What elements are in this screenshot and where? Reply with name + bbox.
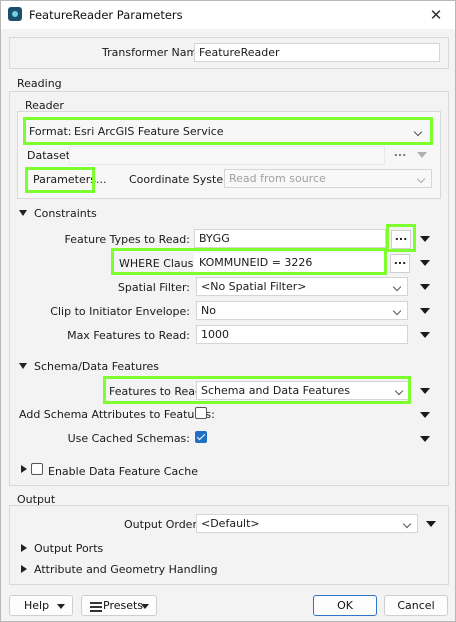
constraints-section-label[interactable]: Constraints: [34, 207, 97, 220]
use-cached-schemas-checkbox[interactable]: [195, 431, 207, 443]
help-button-label: Help: [24, 599, 50, 612]
presets-dropdown-icon: [141, 604, 149, 609]
dataset-browse-button[interactable]: ...: [390, 146, 410, 165]
constraints-collapse-icon[interactable]: [19, 210, 27, 216]
schema-section-label[interactable]: Schema/Data Features: [34, 360, 159, 373]
use-cached-schemas-label: Use Cached Schemas:: [67, 432, 190, 445]
output-ports-expand-icon[interactable]: [21, 544, 27, 552]
reading-section-label: Reading: [17, 77, 62, 90]
dataset-field[interactable]: [69, 146, 385, 165]
fme-app-icon: [8, 7, 22, 21]
features-to-read-menu-arrow[interactable]: [417, 383, 433, 399]
transformer-name-field[interactable]: FeatureReader: [194, 43, 440, 62]
output-ports-label[interactable]: Output Ports: [34, 542, 103, 555]
reader-label: Reader: [25, 99, 64, 112]
attribute-geometry-expand-icon[interactable]: [21, 565, 27, 573]
spatial-filter-label: Spatial Filter:: [117, 281, 190, 294]
where-clause-highlight: [111, 248, 387, 275]
presets-sliders-icon: [90, 601, 102, 612]
max-features-menu-arrow[interactable]: [417, 327, 433, 343]
clip-envelope-label: Clip to Initiator Envelope:: [50, 305, 190, 318]
help-dropdown-icon: [57, 604, 65, 609]
clip-envelope-menu-arrow[interactable]: [417, 303, 433, 319]
attribute-geometry-label[interactable]: Attribute and Geometry Handling: [34, 563, 218, 576]
spatial-filter-menu-arrow[interactable]: [417, 279, 433, 295]
coordinate-system-select[interactable]: Read from source: [224, 169, 432, 188]
ok-button[interactable]: OK: [313, 595, 377, 616]
enable-cache-label[interactable]: Enable Data Feature Cache: [48, 465, 198, 478]
feature-types-label: Feature Types to Read:: [64, 233, 190, 246]
dataset-menu-arrow[interactable]: [414, 147, 430, 163]
dialog-window: FeatureReader Parameters ✕ Transformer N…: [0, 0, 456, 622]
add-schema-attributes-checkbox[interactable]: [195, 407, 207, 419]
parameters-highlight: [25, 167, 95, 193]
feature-types-field[interactable]: BYGG: [194, 229, 386, 248]
features-to-read-highlight: [103, 376, 411, 404]
close-icon[interactable]: ✕: [423, 4, 449, 26]
coordinate-system-label: Coordinate System:: [129, 173, 238, 186]
output-order-label: Output Order:: [124, 518, 201, 531]
add-schema-attributes-menu-arrow[interactable]: [417, 407, 433, 423]
presets-button[interactable]: Presets: [81, 595, 157, 616]
where-clause-menu-arrow[interactable]: [417, 255, 433, 271]
feature-types-browse-highlight: [386, 224, 416, 252]
max-features-field[interactable]: 1000: [196, 325, 408, 344]
format-highlight: [23, 117, 433, 145]
transformer-name-label: Transformer Name:: [102, 46, 208, 59]
presets-button-label: Presets: [103, 599, 144, 612]
window-title: FeatureReader Parameters: [29, 8, 183, 22]
cache-expand-icon[interactable]: [21, 465, 27, 473]
title-bar: FeatureReader Parameters ✕: [1, 1, 455, 29]
help-button[interactable]: Help: [9, 595, 73, 616]
where-clause-browse-button[interactable]: ...: [390, 254, 410, 273]
cancel-button[interactable]: Cancel: [384, 595, 448, 616]
add-schema-attributes-label: Add Schema Attributes to Features:: [19, 408, 215, 421]
feature-types-menu-arrow[interactable]: [417, 231, 433, 247]
spatial-filter-select[interactable]: <No Spatial Filter>: [196, 277, 408, 296]
output-order-menu-arrow[interactable]: [423, 516, 439, 532]
enable-cache-checkbox[interactable]: [31, 463, 43, 475]
output-order-select[interactable]: <Default>: [196, 514, 418, 533]
max-features-label: Max Features to Read:: [67, 329, 190, 342]
clip-envelope-select[interactable]: No: [196, 301, 408, 320]
schema-collapse-icon[interactable]: [19, 363, 27, 369]
dataset-label: Dataset:: [27, 149, 74, 162]
use-cached-schemas-menu-arrow[interactable]: [417, 431, 433, 447]
